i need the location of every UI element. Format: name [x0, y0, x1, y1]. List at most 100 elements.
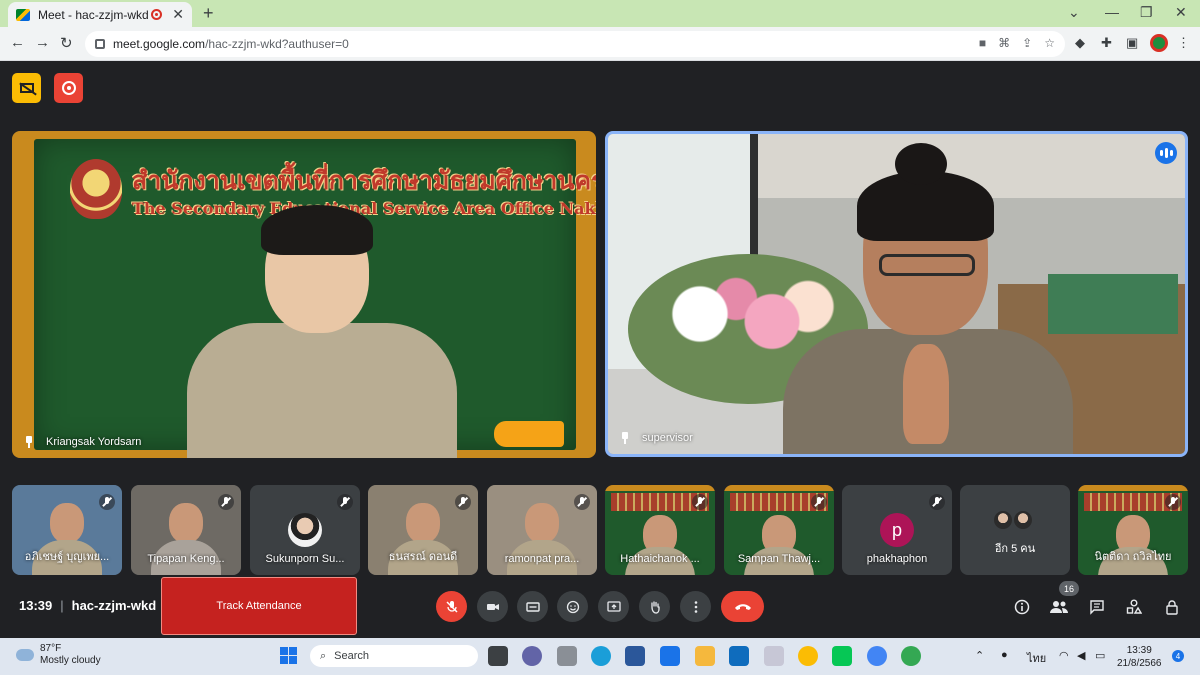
new-tab-button[interactable]: +: [203, 3, 214, 24]
activities-icon[interactable]: [1123, 596, 1145, 618]
browser-tab-meet[interactable]: Meet - hac-zzjm-wkd ✕: [8, 2, 192, 27]
participant-thumbnail[interactable]: Tipapan Keng...: [131, 485, 241, 575]
participant-thumbnail[interactable]: Hathaichanok ...: [605, 485, 715, 575]
chrome-menu-icon[interactable]: ⋮: [1177, 35, 1190, 51]
tab-search-icon[interactable]: ⌄: [1068, 4, 1080, 21]
participant-initial-avatar: p: [880, 513, 914, 547]
speaking-indicator-icon: [1155, 142, 1177, 164]
meeting-details: 13:39 | hac-zzjm-wkd: [19, 598, 156, 613]
translate-icon[interactable]: ⌘: [998, 36, 1010, 50]
input-language[interactable]: ไทย: [1027, 649, 1046, 667]
captions-icon[interactable]: [517, 591, 548, 622]
teams-chat-icon[interactable]: [522, 646, 542, 666]
extensions-puzzle-icon[interactable]: ✚: [1101, 35, 1112, 51]
more-participants-tile[interactable]: อีก 5 คน: [960, 485, 1070, 575]
reload-icon[interactable]: ↻: [60, 34, 73, 52]
notification-badge[interactable]: 4: [1172, 650, 1184, 662]
chalk-decoration: [494, 421, 564, 447]
thumbnail-name: Sampan Thawj...: [737, 553, 821, 565]
microphone-icon[interactable]: ●: [1001, 649, 1008, 661]
close-window-button[interactable]: ✕: [1175, 4, 1187, 21]
word-icon[interactable]: [625, 646, 645, 666]
line-icon[interactable]: [832, 646, 852, 666]
more-participants-label: อีก 5 คน: [994, 543, 1036, 555]
more-options-icon[interactable]: [680, 591, 711, 622]
participant-thumbnail[interactable]: Sampan Thawj...: [724, 485, 834, 575]
snipping-tool-icon[interactable]: [764, 646, 784, 666]
host-controls-icon[interactable]: [1161, 596, 1183, 618]
extension-avatar-icon[interactable]: ◆: [1075, 35, 1085, 51]
mic-muted-icon: [574, 494, 590, 510]
info-icon[interactable]: [1011, 596, 1033, 618]
raise-hand-icon[interactable]: [639, 591, 670, 622]
mic-muted-icon: [811, 494, 827, 510]
mail-icon[interactable]: [729, 646, 749, 666]
app-l-icon[interactable]: [660, 646, 680, 666]
url-text: meet.google.com/hac-zzjm-wkd?authuser=0: [113, 37, 349, 51]
participant-face: [169, 503, 203, 543]
emoji-icon[interactable]: [557, 591, 588, 622]
mic-muted-icon: [99, 494, 115, 510]
file-explorer-icon[interactable]: [695, 646, 715, 666]
forward-arrow-icon[interactable]: →: [35, 34, 50, 51]
site-info-icon[interactable]: [95, 39, 105, 49]
share-icon[interactable]: ⇪: [1022, 36, 1032, 50]
participant-thumbnail[interactable]: Sukunporn Su...: [250, 485, 360, 575]
back-arrow-icon[interactable]: ←: [10, 34, 25, 51]
participant-thumbnail[interactable]: p phakhaphon: [842, 485, 952, 575]
thumbnail-name: phakhaphon: [866, 553, 928, 565]
track-attendance-button[interactable]: Track Attendance: [161, 577, 357, 635]
capture-blocked-indicator[interactable]: [12, 73, 41, 103]
recording-indicator[interactable]: [54, 73, 83, 103]
side-panel-icon[interactable]: ▣: [1126, 35, 1138, 51]
taskbar-search[interactable]: ⌕ Search: [310, 645, 478, 667]
video-tile-main-1[interactable]: สำนักงานเขตพื้นที่การศึกษามัธยมศึกษานครส…: [12, 131, 596, 458]
video-tile-main-2[interactable]: supervisor: [605, 131, 1188, 457]
show-hidden-icons-icon[interactable]: ⌃: [975, 649, 984, 662]
mic-muted-icon: [692, 494, 708, 510]
task-view-icon[interactable]: [488, 646, 508, 666]
google-meet-favicon-icon: [16, 8, 30, 21]
chrome-profile-icon[interactable]: [867, 646, 887, 666]
hang-up-icon[interactable]: [721, 591, 764, 622]
minimize-window-button[interactable]: —: [1105, 4, 1119, 20]
clock-time: 13:39: [1126, 645, 1152, 656]
pin-icon[interactable]: [24, 436, 34, 448]
participant-avatar: [1012, 509, 1034, 531]
profile-avatar[interactable]: [1150, 34, 1168, 52]
participant-thumbnail[interactable]: อภิเชษฐ์ บุญเพย...: [12, 485, 122, 575]
volume-icon[interactable]: ◀: [1077, 649, 1085, 662]
address-bar[interactable]: meet.google.com/hac-zzjm-wkd?authuser=0 …: [85, 31, 1065, 57]
mic-muted-icon: [1165, 494, 1181, 510]
weather-text: 87°F Mostly cloudy: [40, 643, 101, 667]
app-icon[interactable]: [557, 646, 577, 666]
present-icon[interactable]: [598, 591, 629, 622]
participant-thumbnail[interactable]: ramonpat pra...: [487, 485, 597, 575]
weather-widget[interactable]: 87°F Mostly cloudy: [16, 643, 101, 667]
system-clock[interactable]: 13:39 21/8/2566: [1117, 644, 1162, 670]
chat-icon[interactable]: [1086, 596, 1108, 618]
pin-icon[interactable]: [620, 432, 630, 444]
participant-face: [406, 503, 440, 543]
mic-off-icon[interactable]: [436, 591, 467, 622]
restore-window-button[interactable]: ❐: [1140, 4, 1153, 21]
meeting-time: 13:39: [19, 598, 53, 613]
bookmark-star-icon[interactable]: ☆: [1044, 36, 1055, 50]
wifi-icon[interactable]: ◠: [1059, 649, 1069, 662]
camera-in-use-icon[interactable]: ■: [979, 36, 986, 50]
search-label: Search: [334, 650, 370, 662]
chrome-icon[interactable]: [798, 646, 818, 666]
participant-thumbnail[interactable]: ธนสรณ์ ดอนดี: [368, 485, 478, 575]
browser-tab-strip: Meet - hac-zzjm-wkd ✕ + ⌄ — ❐ ✕: [0, 0, 1200, 27]
windows-start-icon[interactable]: [280, 647, 297, 664]
participant-thumbnail[interactable]: นิตติดา ถวิลไทย: [1078, 485, 1188, 575]
tab-close-icon[interactable]: ✕: [172, 6, 184, 23]
browser-toolbar: ← → ↻ meet.google.com/hac-zzjm-wkd?authu…: [0, 27, 1200, 61]
battery-icon[interactable]: ▭: [1095, 649, 1105, 662]
people-icon[interactable]: [1048, 596, 1070, 618]
mic-muted-icon: [929, 494, 945, 510]
edge-icon[interactable]: [591, 646, 611, 666]
more-participants-avatars: [992, 509, 1038, 531]
camera-icon[interactable]: [477, 591, 508, 622]
chrome-active-icon[interactable]: [901, 646, 921, 666]
